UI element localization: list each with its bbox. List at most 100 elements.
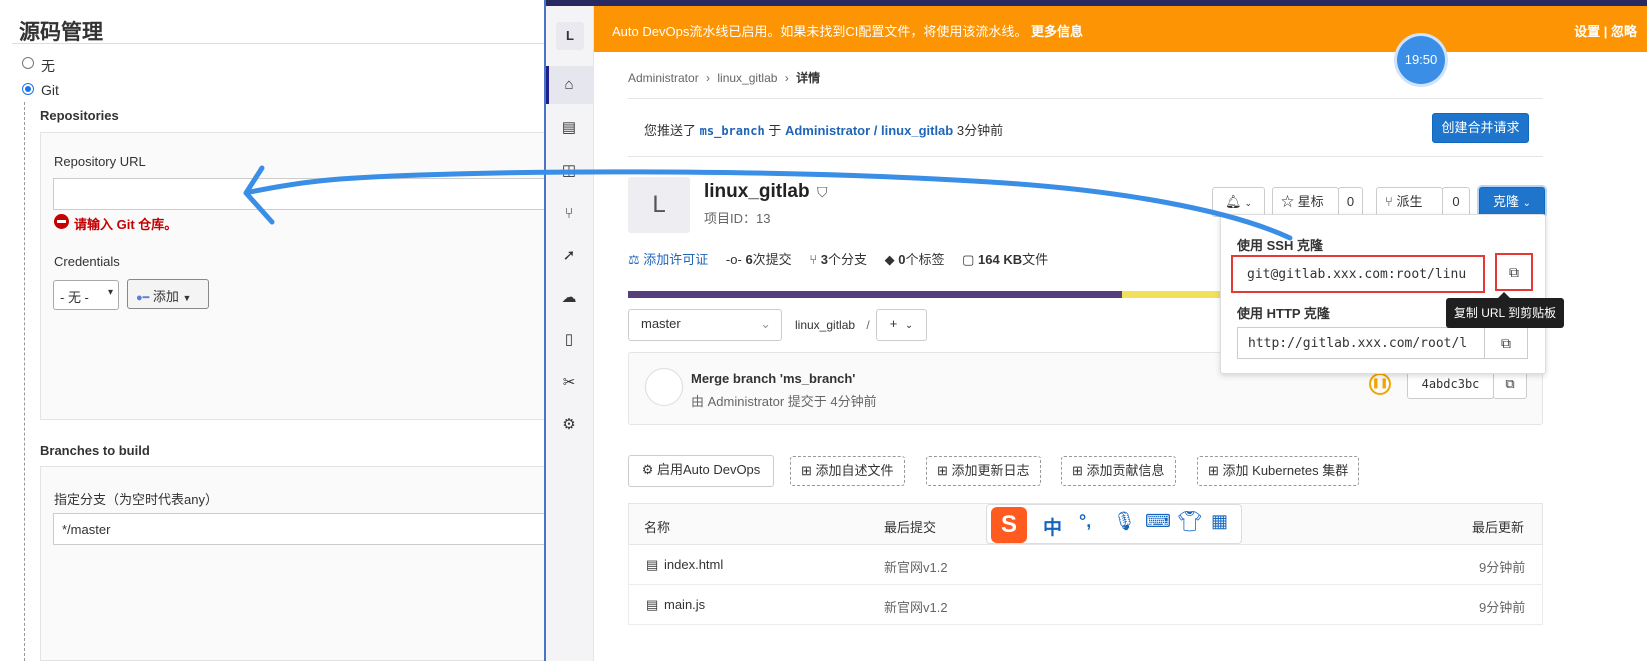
banner-settings-link[interactable]: 设置: [1574, 24, 1600, 39]
add-changelog-label: 添加更新日志: [951, 463, 1030, 478]
star-button[interactable]: ☆ 星标: [1272, 187, 1339, 217]
scm-git-radio[interactable]: [22, 83, 34, 95]
ssh-url-input[interactable]: git@gitlab.xxx.com:root/linu: [1231, 255, 1485, 293]
add-contributing-button[interactable]: ⊞ 添加贡献信息: [1061, 456, 1176, 486]
add-kubernetes-button[interactable]: ⊞ 添加 Kubernetes 集群: [1197, 456, 1360, 486]
snippets-icon[interactable]: ✂: [560, 374, 578, 392]
project-stats: ⚖ 添加许可证 -o- 6次提交 ⑂ 3个分支 ◆ 0个标签 ▢ 164 KB文…: [628, 249, 1048, 268]
keyboard-icon[interactable]: ⌨: [1145, 511, 1171, 532]
ime-lang-toggle[interactable]: 中: [1043, 513, 1062, 540]
breadcrumb-admin[interactable]: Administrator: [628, 71, 699, 85]
rocket-icon[interactable]: ➚: [560, 247, 578, 265]
repo-path-root[interactable]: linux_gitlab: [795, 318, 855, 332]
commits-count[interactable]: 6: [745, 252, 752, 267]
add-file-dropdown[interactable]: + ⌄: [876, 309, 927, 341]
scm-none-radio[interactable]: [22, 57, 34, 69]
scm-none-label: 无: [41, 58, 55, 74]
copy-icon: ⧉: [1509, 264, 1519, 280]
commits-label[interactable]: 次提交: [753, 252, 792, 267]
plus-box-icon: ⊞: [1072, 463, 1083, 478]
add-license-link[interactable]: 添加许可证: [643, 252, 708, 267]
repo-url-label: Repository URL: [54, 154, 146, 169]
scale-icon: ⚖: [628, 252, 640, 267]
breadcrumb-project[interactable]: linux_gitlab: [717, 71, 777, 85]
project-name: linux_gitlab: [704, 181, 810, 202]
branches-count[interactable]: 3: [821, 252, 828, 267]
sogou-logo-icon[interactable]: S: [991, 507, 1027, 543]
add-readme-label: 添加自述文件: [815, 463, 894, 478]
tags-label[interactable]: 个标签: [905, 252, 944, 267]
create-merge-request-button[interactable]: 创建合并请求: [1432, 113, 1529, 143]
file-name[interactable]: index.html: [664, 557, 723, 572]
table-row[interactable]: [628, 545, 1543, 585]
plus-box-icon: ⊞: [1208, 463, 1219, 478]
banner-more-link[interactable]: 更多信息: [1031, 24, 1083, 39]
add-credentials-button[interactable]: ●━ 添加 ▼: [127, 279, 209, 309]
divider: [628, 156, 1543, 157]
star-label: 星标: [1297, 194, 1324, 209]
file-icon: ▢: [962, 252, 975, 267]
notification-dropdown[interactable]: 🔔︎ ⌄: [1212, 187, 1265, 217]
commit-title[interactable]: Merge branch 'ms_branch': [691, 371, 855, 386]
fork-count[interactable]: 0: [1442, 187, 1470, 217]
file-name[interactable]: main.js: [664, 597, 705, 612]
ssh-url-value: git@gitlab.xxx.com:root/linu: [1247, 267, 1467, 282]
microphone-icon[interactable]: 🎙︎: [1113, 511, 1136, 532]
project-avatar: L: [628, 177, 690, 233]
enable-auto-devops-button[interactable]: ⚙ 启用Auto DevOps: [628, 455, 774, 487]
divider: [12, 43, 572, 44]
star-count[interactable]: 0: [1338, 187, 1363, 217]
issues-icon[interactable]: ◫: [560, 162, 578, 180]
table-row[interactable]: [628, 585, 1543, 625]
deploy-icon[interactable]: ☁: [560, 289, 578, 307]
star-icon: ☆: [1281, 194, 1295, 209]
language-bar-html: [628, 291, 1122, 298]
gitlab-pane: L ⌂ ▤ ◫ ⑂ ➚ ☁ ▯ ✂ ⚙ Auto DevOps流水线已启用。如果…: [544, 0, 1647, 661]
ssh-clone-label: 使用 SSH 克隆: [1237, 238, 1323, 253]
file-icon: ▤: [646, 597, 659, 612]
project-avatar-small[interactable]: L: [556, 22, 584, 50]
http-url-value: http://gitlab.xxx.com/root/l: [1248, 336, 1468, 351]
branch-icon: ⑂: [809, 252, 818, 267]
copy-http-url-button[interactable]: ⧉: [1484, 327, 1528, 359]
skin-shirt-icon[interactable]: 👕︎: [1177, 509, 1202, 534]
banner-message: Auto DevOps流水线已启用。如果未找到CI配置文件，将使用该流水线。: [612, 24, 1028, 39]
credentials-select[interactable]: - 无 - ▾: [53, 280, 119, 310]
repositories-label: Repositories: [40, 108, 119, 123]
col-name: 名称: [644, 520, 671, 535]
bell-icon: 🔔︎: [1224, 194, 1242, 209]
pipeline-status-icon[interactable]: ❚❚: [1369, 373, 1391, 395]
push-notice: 您推送了 ms_branch 于 Administrator / linux_g…: [644, 120, 1003, 139]
home-icon[interactable]: ⌂: [560, 76, 578, 94]
settings-gear-icon[interactable]: ⚙: [560, 416, 578, 434]
branches-label[interactable]: 个分支: [828, 252, 867, 267]
repo-url-input[interactable]: [53, 178, 573, 210]
branch-spec-input[interactable]: */master: [53, 513, 573, 545]
fork-button[interactable]: ⑂ 派生: [1376, 187, 1443, 217]
copy-icon: ⧉: [1501, 335, 1511, 351]
branch-select[interactable]: master ⌄: [628, 309, 782, 341]
add-kubernetes-label: 添加 Kubernetes 集群: [1222, 463, 1349, 478]
toolbox-grid-icon[interactable]: ▦: [1211, 511, 1228, 532]
repo-url-error: 请输入 Git 仓库。: [74, 217, 178, 232]
add-changelog-button[interactable]: ⊞ 添加更新日志: [926, 456, 1041, 486]
col-last-commit: 最后提交: [884, 520, 937, 535]
file-icon: ▤: [646, 557, 659, 572]
credentials-select-value: - 无 -: [60, 290, 89, 305]
clone-button[interactable]: 克隆 ⌄: [1479, 187, 1545, 217]
add-readme-button[interactable]: ⊞ 添加自述文件: [790, 456, 905, 486]
file-commit[interactable]: 新官网v1.2: [884, 557, 948, 576]
file-commit[interactable]: 新官网v1.2: [884, 597, 948, 616]
merge-request-icon[interactable]: ⑂: [560, 205, 578, 223]
repository-icon[interactable]: ▤: [560, 119, 578, 137]
banner-actions: 设置 | 忽略: [1574, 21, 1637, 40]
push-branch-link[interactable]: ms_branch: [700, 124, 765, 138]
push-project-link[interactable]: Administrator / linux_gitlab: [785, 123, 953, 138]
auto-devops-banner: Auto DevOps流水线已启用。如果未找到CI配置文件，将使用该流水线。 更…: [594, 6, 1647, 52]
copy-ssh-url-button[interactable]: ⧉: [1495, 253, 1533, 291]
ime-punct-toggle[interactable]: °,: [1079, 511, 1091, 532]
wiki-icon[interactable]: ▯: [560, 331, 578, 349]
http-url-input[interactable]: http://gitlab.xxx.com/root/l: [1237, 327, 1485, 359]
banner-dismiss-link[interactable]: 忽略: [1611, 24, 1637, 39]
section-title: 源码管理: [19, 21, 103, 44]
